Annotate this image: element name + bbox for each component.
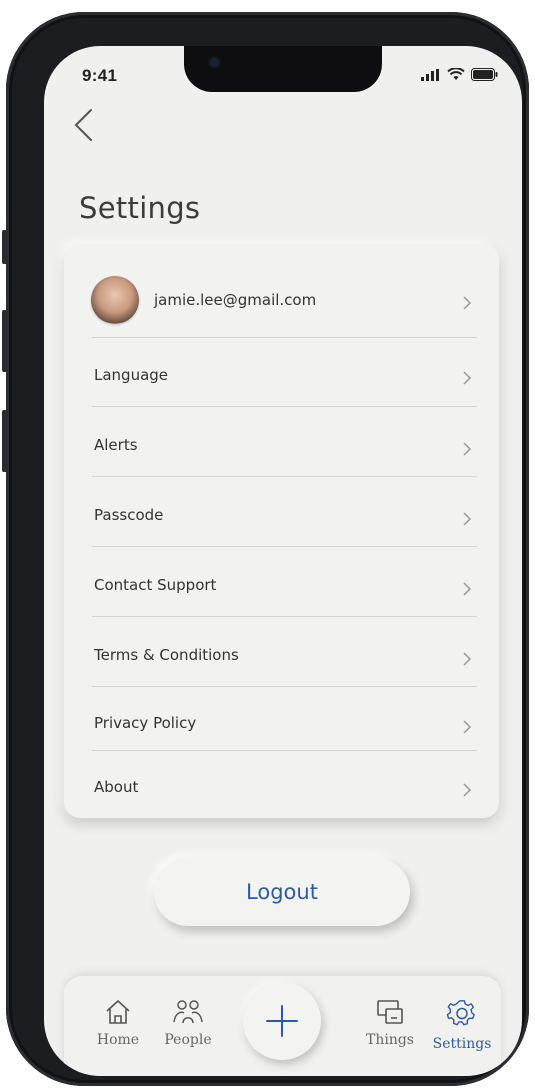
divider [92,476,477,477]
page-title: Settings [79,191,201,225]
back-button[interactable] [72,108,102,148]
tab-things[interactable]: Things [354,990,426,1070]
settings-item-label: About [94,778,139,796]
volume-down-button [2,410,7,472]
divider [92,406,477,407]
status-time: 9:41 [82,66,118,85]
tab-label: People [164,1032,212,1048]
chevron-right-icon [463,512,472,526]
chevron-right-icon [463,652,472,666]
chevron-left-icon [74,109,92,141]
settings-item-privacy-policy[interactable]: Privacy Policy [91,692,476,756]
settings-item-label: Language [94,366,169,384]
settings-card: jamie.lee@gmail.com Language Alerts Pass… [64,244,499,818]
chevron-right-icon [463,783,472,797]
divider [92,686,477,687]
settings-item-label: Contact Support [94,576,217,594]
tab-label: Things [366,1032,414,1048]
settings-item-label: Alerts [94,436,138,454]
divider [92,616,477,617]
settings-item-passcode[interactable]: Passcode [91,482,476,546]
tab-bar: Home People Things Settings [64,976,501,1076]
settings-item-contact-support[interactable]: Contact Support [91,552,476,616]
chevron-right-icon [463,296,472,310]
tab-people[interactable]: People [152,990,224,1070]
settings-item-about[interactable]: About [91,756,476,820]
logout-button[interactable]: Logout [154,858,410,926]
account-row[interactable]: jamie.lee@gmail.com [91,268,476,336]
divider [92,337,477,338]
chevron-right-icon [463,582,472,596]
settings-item-label: Passcode [94,506,164,524]
tab-settings[interactable]: Settings [426,990,498,1070]
notch [184,46,382,92]
plus-icon [266,1005,298,1037]
divider [92,546,477,547]
status-icons [421,68,498,81]
mute-switch [2,230,7,264]
tab-home[interactable]: Home [82,990,154,1070]
settings-item-label: Terms & Conditions [94,646,239,664]
home-icon [106,1000,130,1024]
volume-up-button [2,310,7,372]
avatar [91,276,139,324]
signal-icon [421,68,439,81]
divider [92,750,477,751]
screen: 9:41 Settings jamie.lee@gmail.com Langua… [44,46,522,1076]
tab-label: Settings [432,1036,492,1052]
wifi-icon [447,68,465,80]
settings-item-language[interactable]: Language [91,344,476,408]
logout-label: Logout [246,880,318,904]
camera-icon [210,58,219,67]
people-icon [173,1000,203,1024]
chevron-right-icon [463,371,472,385]
settings-item-terms[interactable]: Terms & Conditions [91,622,476,686]
tab-label: Home [96,1032,140,1048]
settings-item-label: Privacy Policy [94,714,197,732]
add-button[interactable] [243,982,321,1060]
gear-icon [446,1000,475,1026]
chevron-right-icon [463,720,472,734]
settings-item-alerts[interactable]: Alerts [91,412,476,476]
account-email: jamie.lee@gmail.com [154,291,317,309]
devices-icon [377,1000,403,1024]
phone-frame: 9:41 Settings jamie.lee@gmail.com Langua… [2,12,529,1086]
chevron-right-icon [463,442,472,456]
battery-icon [471,68,498,81]
